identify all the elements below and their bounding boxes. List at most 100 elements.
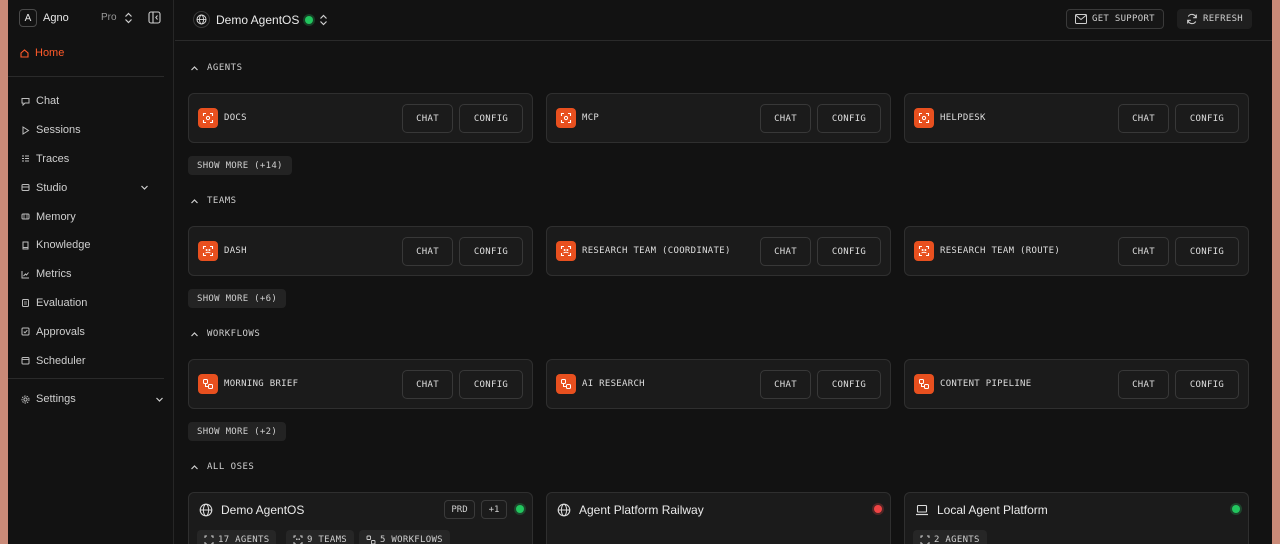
org-avatar: A [19, 9, 37, 27]
section-header-agents[interactable]: AGENTS [190, 63, 243, 73]
section-title: ALL OSES [207, 462, 255, 472]
get-support-button[interactable]: GET SUPPORT [1066, 9, 1164, 29]
check-square-icon [21, 327, 30, 336]
sidebar-nav: Chat Sessions Traces Studio Memory Knowl… [8, 87, 174, 375]
sidebar-collapse-icon[interactable] [148, 11, 161, 24]
chip-label: 17 AGENTS [218, 534, 270, 544]
sidebar-item-label: Scheduler [36, 354, 86, 367]
os-name: Demo AgentOS [216, 12, 300, 27]
chip-label: 5 WORKFLOWS [380, 534, 443, 544]
sidebar: A Agno Pro Home Chat Sessions Traces Stu… [8, 0, 174, 544]
refresh-button[interactable]: REFRESH [1177, 9, 1253, 29]
team-icon [293, 535, 303, 544]
chat-button[interactable]: CHAT [1118, 370, 1169, 399]
chevron-down-icon[interactable] [155, 395, 164, 404]
agent-name: MCP [582, 113, 600, 123]
workflows-count-chip: 5 WORKFLOWS [359, 530, 450, 544]
sidebar-item-scheduler[interactable]: Scheduler [8, 346, 174, 375]
chat-button[interactable]: CHAT [760, 104, 811, 133]
os-card[interactable]: Demo AgentOS PRD +1 17 AGENTS 9 TEAMS 5 … [188, 492, 533, 544]
config-button[interactable]: CONFIG [1175, 370, 1239, 399]
chip-label: 9 TEAMS [307, 534, 348, 544]
workflow-icon [198, 374, 218, 394]
sidebar-item-memory[interactable]: Memory [8, 202, 174, 231]
sidebar-item-label: Chat [36, 95, 60, 108]
divider [8, 76, 164, 77]
sidebar-item-label: Home [35, 47, 65, 59]
chat-button[interactable]: CHAT [760, 370, 811, 399]
sidebar-item-traces[interactable]: Traces [8, 145, 174, 174]
show-more-agents-button[interactable]: SHOW MORE (+14) [188, 156, 292, 175]
list-icon [22, 155, 29, 162]
section-header-teams[interactable]: TEAMS [190, 196, 237, 206]
chevron-up-down-icon[interactable] [124, 12, 133, 24]
config-button[interactable]: CONFIG [1175, 104, 1239, 133]
sidebar-item-home[interactable]: Home [20, 47, 64, 59]
gear-icon [21, 395, 30, 403]
status-indicator [874, 505, 882, 513]
os-card[interactable]: Local Agent Platform 2 AGENTS [904, 492, 1249, 544]
status-indicator [1232, 505, 1240, 513]
sidebar-item-label: Settings [36, 393, 76, 405]
home-icon [20, 48, 29, 58]
sidebar-item-sessions[interactable]: Sessions [8, 116, 174, 145]
section-header-all-oses[interactable]: ALL OSES [190, 462, 254, 472]
show-more-workflows-button[interactable]: SHOW MORE (+2) [188, 422, 287, 441]
org-switcher[interactable]: A Agno Pro [8, 0, 174, 36]
chat-button[interactable]: CHAT [1118, 104, 1169, 133]
config-button[interactable]: CONFIG [817, 370, 881, 399]
show-more-teams-button[interactable]: SHOW MORE (+6) [188, 289, 287, 308]
agent-card: DOCS CHAT CONFIG [188, 93, 533, 143]
chat-button[interactable]: CHAT [760, 237, 811, 266]
org-name: Agno [43, 12, 69, 24]
agents-count-chip: 17 AGENTS [197, 530, 277, 544]
config-button[interactable]: CONFIG [459, 237, 523, 266]
sidebar-item-settings[interactable]: Settings [21, 393, 164, 405]
chat-button[interactable]: CHAT [402, 104, 453, 133]
os-card-title: Demo AgentOS [221, 503, 305, 517]
section-title: AGENTS [207, 63, 243, 73]
chevron-up-down-icon[interactable] [319, 14, 328, 26]
calendar-icon [21, 357, 30, 365]
os-card[interactable]: Agent Platform Railway [546, 492, 891, 544]
os-card-title: Agent Platform Railway [579, 503, 704, 517]
workflow-name: CONTENT PIPELINE [940, 379, 1032, 389]
agent-card: MCP CHAT CONFIG [546, 93, 891, 143]
config-button[interactable]: CONFIG [459, 370, 523, 399]
refresh-label: REFRESH [1203, 14, 1244, 24]
agents-count-chip: 2 AGENTS [913, 530, 987, 544]
team-name: RESEARCH TEAM (ROUTE) [940, 246, 1061, 256]
sidebar-item-label: Sessions [36, 124, 81, 137]
workflow-card: MORNING BRIEF CHAT CONFIG [188, 359, 533, 409]
os-switcher[interactable]: Demo AgentOS [193, 11, 328, 28]
globe-icon [193, 11, 210, 28]
chat-icon [21, 97, 30, 106]
mail-icon [1075, 14, 1087, 24]
top-bar: Demo AgentOS GET SUPPORT REFRESH [175, 0, 1272, 41]
section-header-workflows[interactable]: WORKFLOWS [190, 329, 260, 339]
globe-icon [199, 503, 213, 517]
config-button[interactable]: CONFIG [1175, 237, 1239, 266]
agent-icon [920, 535, 930, 544]
chat-button[interactable]: CHAT [1118, 237, 1169, 266]
chat-button[interactable]: CHAT [402, 237, 453, 266]
team-card: RESEARCH TEAM (COORDINATE) CHAT CONFIG [546, 226, 891, 276]
chat-button[interactable]: CHAT [402, 370, 453, 399]
sidebar-item-studio[interactable]: Studio [8, 173, 174, 202]
sidebar-item-evaluation[interactable]: Evaluation [8, 289, 174, 318]
chevron-up-icon [191, 198, 198, 203]
section-title: WORKFLOWS [207, 329, 261, 339]
config-button[interactable]: CONFIG [459, 104, 523, 133]
agent-icon [204, 535, 214, 544]
chevron-down-icon[interactable] [140, 183, 149, 192]
sidebar-item-approvals[interactable]: Approvals [8, 317, 174, 346]
config-button[interactable]: CONFIG [817, 104, 881, 133]
sidebar-item-knowledge[interactable]: Knowledge [8, 231, 174, 260]
team-name: DASH [224, 246, 247, 256]
laptop-icon [916, 504, 928, 516]
sidebar-item-chat[interactable]: Chat [8, 87, 174, 116]
sidebar-item-metrics[interactable]: Metrics [8, 260, 174, 289]
sidebar-item-label: Evaluation [36, 296, 88, 309]
config-button[interactable]: CONFIG [817, 237, 881, 266]
main-content: AGENTS DOCS CHAT CONFIG MCP CHAT CONFIG … [175, 42, 1272, 544]
